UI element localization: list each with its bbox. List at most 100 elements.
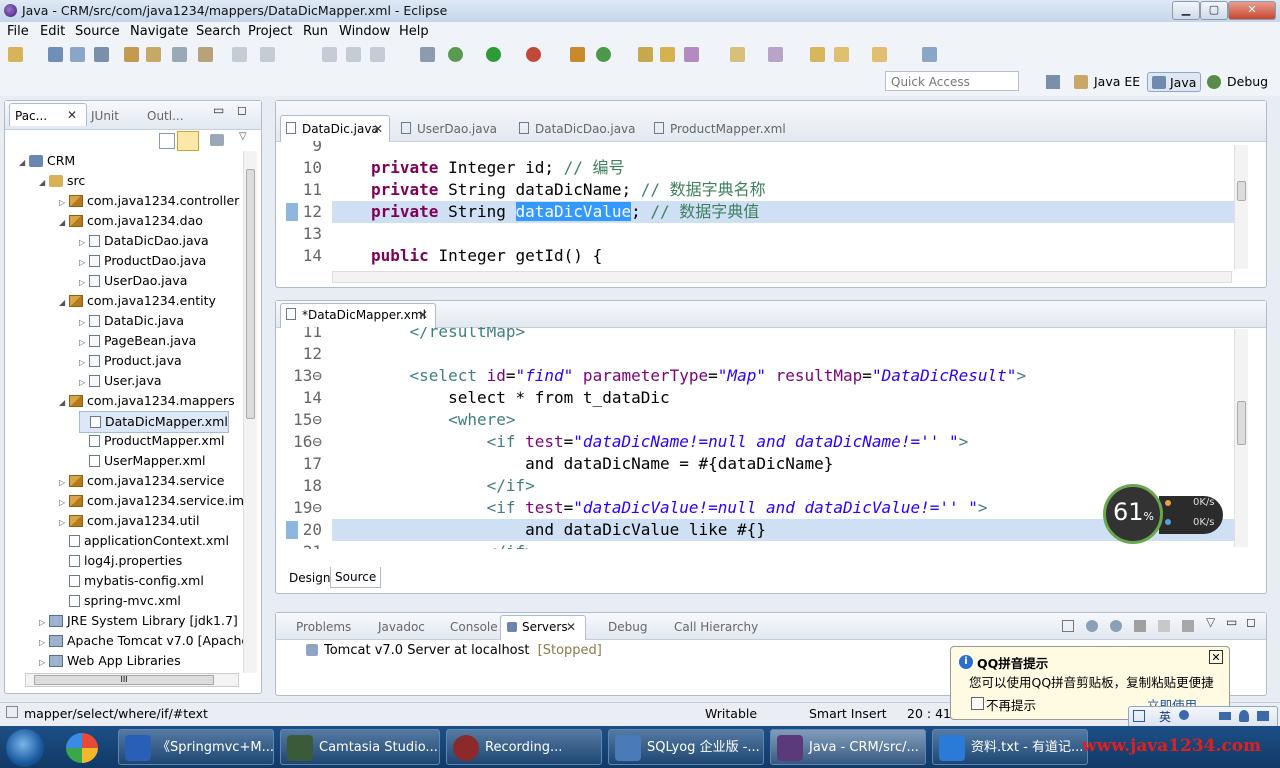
new-package-icon[interactable] bbox=[638, 47, 653, 62]
tab-package-explorer[interactable]: Pac... bbox=[15, 109, 47, 123]
editor-top-vscroll[interactable] bbox=[1234, 145, 1248, 269]
external-tools-icon[interactable] bbox=[526, 47, 541, 62]
search-icon[interactable] bbox=[768, 47, 783, 62]
tab-outline[interactable]: Outl... bbox=[147, 109, 184, 123]
tree-item[interactable]: log4j.properties bbox=[59, 551, 182, 571]
twisty-icon[interactable]: ▷ bbox=[39, 653, 49, 673]
close-icon[interactable]: ✕ bbox=[67, 108, 77, 122]
menu-search[interactable]: Search bbox=[196, 24, 241, 39]
new-server-icon[interactable] bbox=[570, 47, 585, 62]
tree-item[interactable]: spring-mvc.xml bbox=[59, 591, 181, 611]
close-icon[interactable]: ✕ bbox=[373, 122, 383, 136]
view-menu-icon[interactable] bbox=[210, 134, 224, 146]
pin-editor-icon[interactable] bbox=[922, 47, 937, 62]
format-icon[interactable] bbox=[198, 47, 213, 62]
ime-language[interactable]: 英 bbox=[1159, 708, 1171, 725]
tree-item[interactable]: ▷ PageBean.java bbox=[79, 331, 196, 351]
new-class-icon[interactable] bbox=[660, 47, 675, 62]
tree-item[interactable]: ▷ com.java1234.util bbox=[59, 511, 199, 531]
twisty-icon[interactable]: ▷ bbox=[79, 233, 89, 253]
twisty-icon[interactable]: ◢ bbox=[19, 153, 29, 173]
code-line[interactable]: public Integer getId() { bbox=[371, 245, 602, 267]
close-button[interactable]: ✕ bbox=[1228, 1, 1276, 20]
start-button[interactable] bbox=[6, 729, 44, 767]
collapse-all-icon[interactable] bbox=[159, 133, 175, 149]
task-recording[interactable]: Recording... bbox=[446, 729, 602, 765]
explorer-hscroll[interactable]: III bbox=[25, 673, 239, 687]
code-line[interactable]: <where> bbox=[371, 409, 515, 431]
tab-datadicmapper-xml[interactable]: *DataDicMapper.xml bbox=[302, 308, 426, 322]
tab-datadic-java[interactable]: DataDic.java bbox=[302, 122, 379, 136]
terminate-icon[interactable] bbox=[370, 47, 385, 62]
code-line[interactable]: and dataDicName = #{dataDicName} bbox=[371, 453, 833, 475]
task-word[interactable]: 《Springmvc+M... bbox=[118, 729, 274, 765]
code-line[interactable]: private Integer id; // 编号 bbox=[371, 157, 625, 179]
twisty-icon[interactable]: ◢ bbox=[59, 213, 69, 233]
chevron-down-icon[interactable]: ▽ bbox=[1206, 615, 1215, 629]
twisty-icon[interactable]: ◢ bbox=[39, 173, 49, 193]
twisty-icon[interactable]: ▷ bbox=[39, 633, 49, 653]
explorer-vscroll[interactable] bbox=[243, 151, 257, 673]
pinned-app-icon[interactable] bbox=[66, 733, 98, 763]
refresh-icon[interactable] bbox=[596, 47, 611, 62]
menu-file[interactable]: File bbox=[7, 24, 29, 39]
java-code-area[interactable]: 9 10 private Integer id; // 编号 11 private St… bbox=[276, 141, 1234, 269]
new-interface-icon[interactable] bbox=[684, 47, 699, 62]
code-line[interactable]: <if test="dataDicValue!=null and dataDic… bbox=[371, 497, 988, 519]
debug-server-icon[interactable] bbox=[1086, 620, 1098, 632]
open-perspective-icon[interactable] bbox=[1046, 75, 1060, 89]
tab-problems[interactable]: Problems bbox=[296, 620, 351, 634]
forward-icon[interactable] bbox=[872, 47, 887, 62]
twisty-icon[interactable]: ▷ bbox=[79, 273, 89, 293]
user-icon[interactable] bbox=[1239, 710, 1249, 722]
code-line[interactable]: private String dataDicName; // 数据字典名称 bbox=[371, 179, 766, 201]
task-eclipse[interactable]: Java - CRM/src/... bbox=[770, 729, 926, 765]
tree-item[interactable]: ▷ com.java1234.controller bbox=[59, 191, 239, 211]
ime-logo-icon[interactable] bbox=[1133, 710, 1145, 722]
tree-item[interactable]: ▷ Apache Tomcat v7.0 [Apache bbox=[39, 631, 243, 651]
tree-item[interactable]: ▷ UserDao.java bbox=[79, 271, 187, 291]
maximize-button[interactable]: ▢ bbox=[1200, 1, 1228, 20]
tab-console[interactable]: Console bbox=[450, 620, 498, 634]
tree-item[interactable]: ▷ DataDic.java bbox=[79, 311, 184, 331]
tree-item[interactable]: ▷ User.java bbox=[79, 371, 162, 391]
collapse-icon[interactable] bbox=[1062, 620, 1074, 632]
tree-item[interactable]: ProductMapper.xml bbox=[79, 431, 224, 451]
twisty-icon[interactable]: ◢ bbox=[59, 293, 69, 313]
publish-icon[interactable] bbox=[1182, 620, 1194, 632]
code-line[interactable]: </if> bbox=[371, 541, 535, 549]
tree-item[interactable]: ▷ com.java1234.service.imp bbox=[59, 491, 243, 511]
toggle-comment-icon[interactable] bbox=[172, 47, 187, 62]
skip-breakpoints-icon[interactable] bbox=[420, 47, 435, 62]
twisty-icon[interactable]: ▷ bbox=[79, 313, 89, 333]
minimize-view-icon[interactable]: ▭ bbox=[213, 103, 224, 117]
tree-item[interactable]: ◢ com.java1234.dao bbox=[59, 211, 203, 231]
tab-junit[interactable]: JUnit bbox=[91, 109, 119, 123]
redo-icon[interactable] bbox=[260, 47, 275, 62]
code-line[interactable]: </resultMap> bbox=[371, 327, 526, 343]
menu-navigate[interactable]: Navigate bbox=[130, 24, 188, 39]
tree-item[interactable]: ▷ Web App Libraries bbox=[39, 651, 181, 671]
minimize-button[interactable]: ▁ bbox=[1172, 1, 1200, 20]
menu-source[interactable]: Source bbox=[75, 24, 120, 39]
chevron-down-icon[interactable]: ▽ bbox=[239, 131, 247, 142]
suspend-icon[interactable] bbox=[346, 47, 361, 62]
step-icon[interactable] bbox=[322, 47, 337, 62]
code-line[interactable]: </if> bbox=[371, 475, 535, 497]
code-line[interactable]: and dataDicValue like #{} bbox=[371, 519, 766, 541]
tab-source[interactable]: Source bbox=[330, 567, 382, 588]
prev-annotation-icon[interactable] bbox=[810, 47, 825, 62]
xml-code-area[interactable]: 11 </resultMap> 12 13⊖ <select id="find" p… bbox=[276, 327, 1234, 549]
tab-datadicdao-java[interactable]: DataDicDao.java bbox=[535, 122, 636, 136]
server-row[interactable]: Tomcat v7.0 Server at localhost [Stopped… bbox=[324, 643, 602, 658]
editor-top-hscroll[interactable] bbox=[332, 271, 1232, 283]
undo-icon[interactable] bbox=[232, 47, 247, 62]
tree-item[interactable]: ◢ CRM bbox=[19, 151, 75, 171]
close-icon[interactable]: ✕ bbox=[566, 620, 576, 634]
close-icon[interactable]: ✕ bbox=[418, 308, 428, 322]
new-icon[interactable] bbox=[8, 47, 23, 62]
tree-item[interactable]: ◢ com.java1234.entity bbox=[59, 291, 216, 311]
menu-window[interactable]: Window bbox=[339, 24, 390, 39]
editor-bottom-vscroll[interactable] bbox=[1234, 329, 1248, 547]
tree-item[interactable]: ▷ com.java1234.service bbox=[59, 471, 224, 491]
